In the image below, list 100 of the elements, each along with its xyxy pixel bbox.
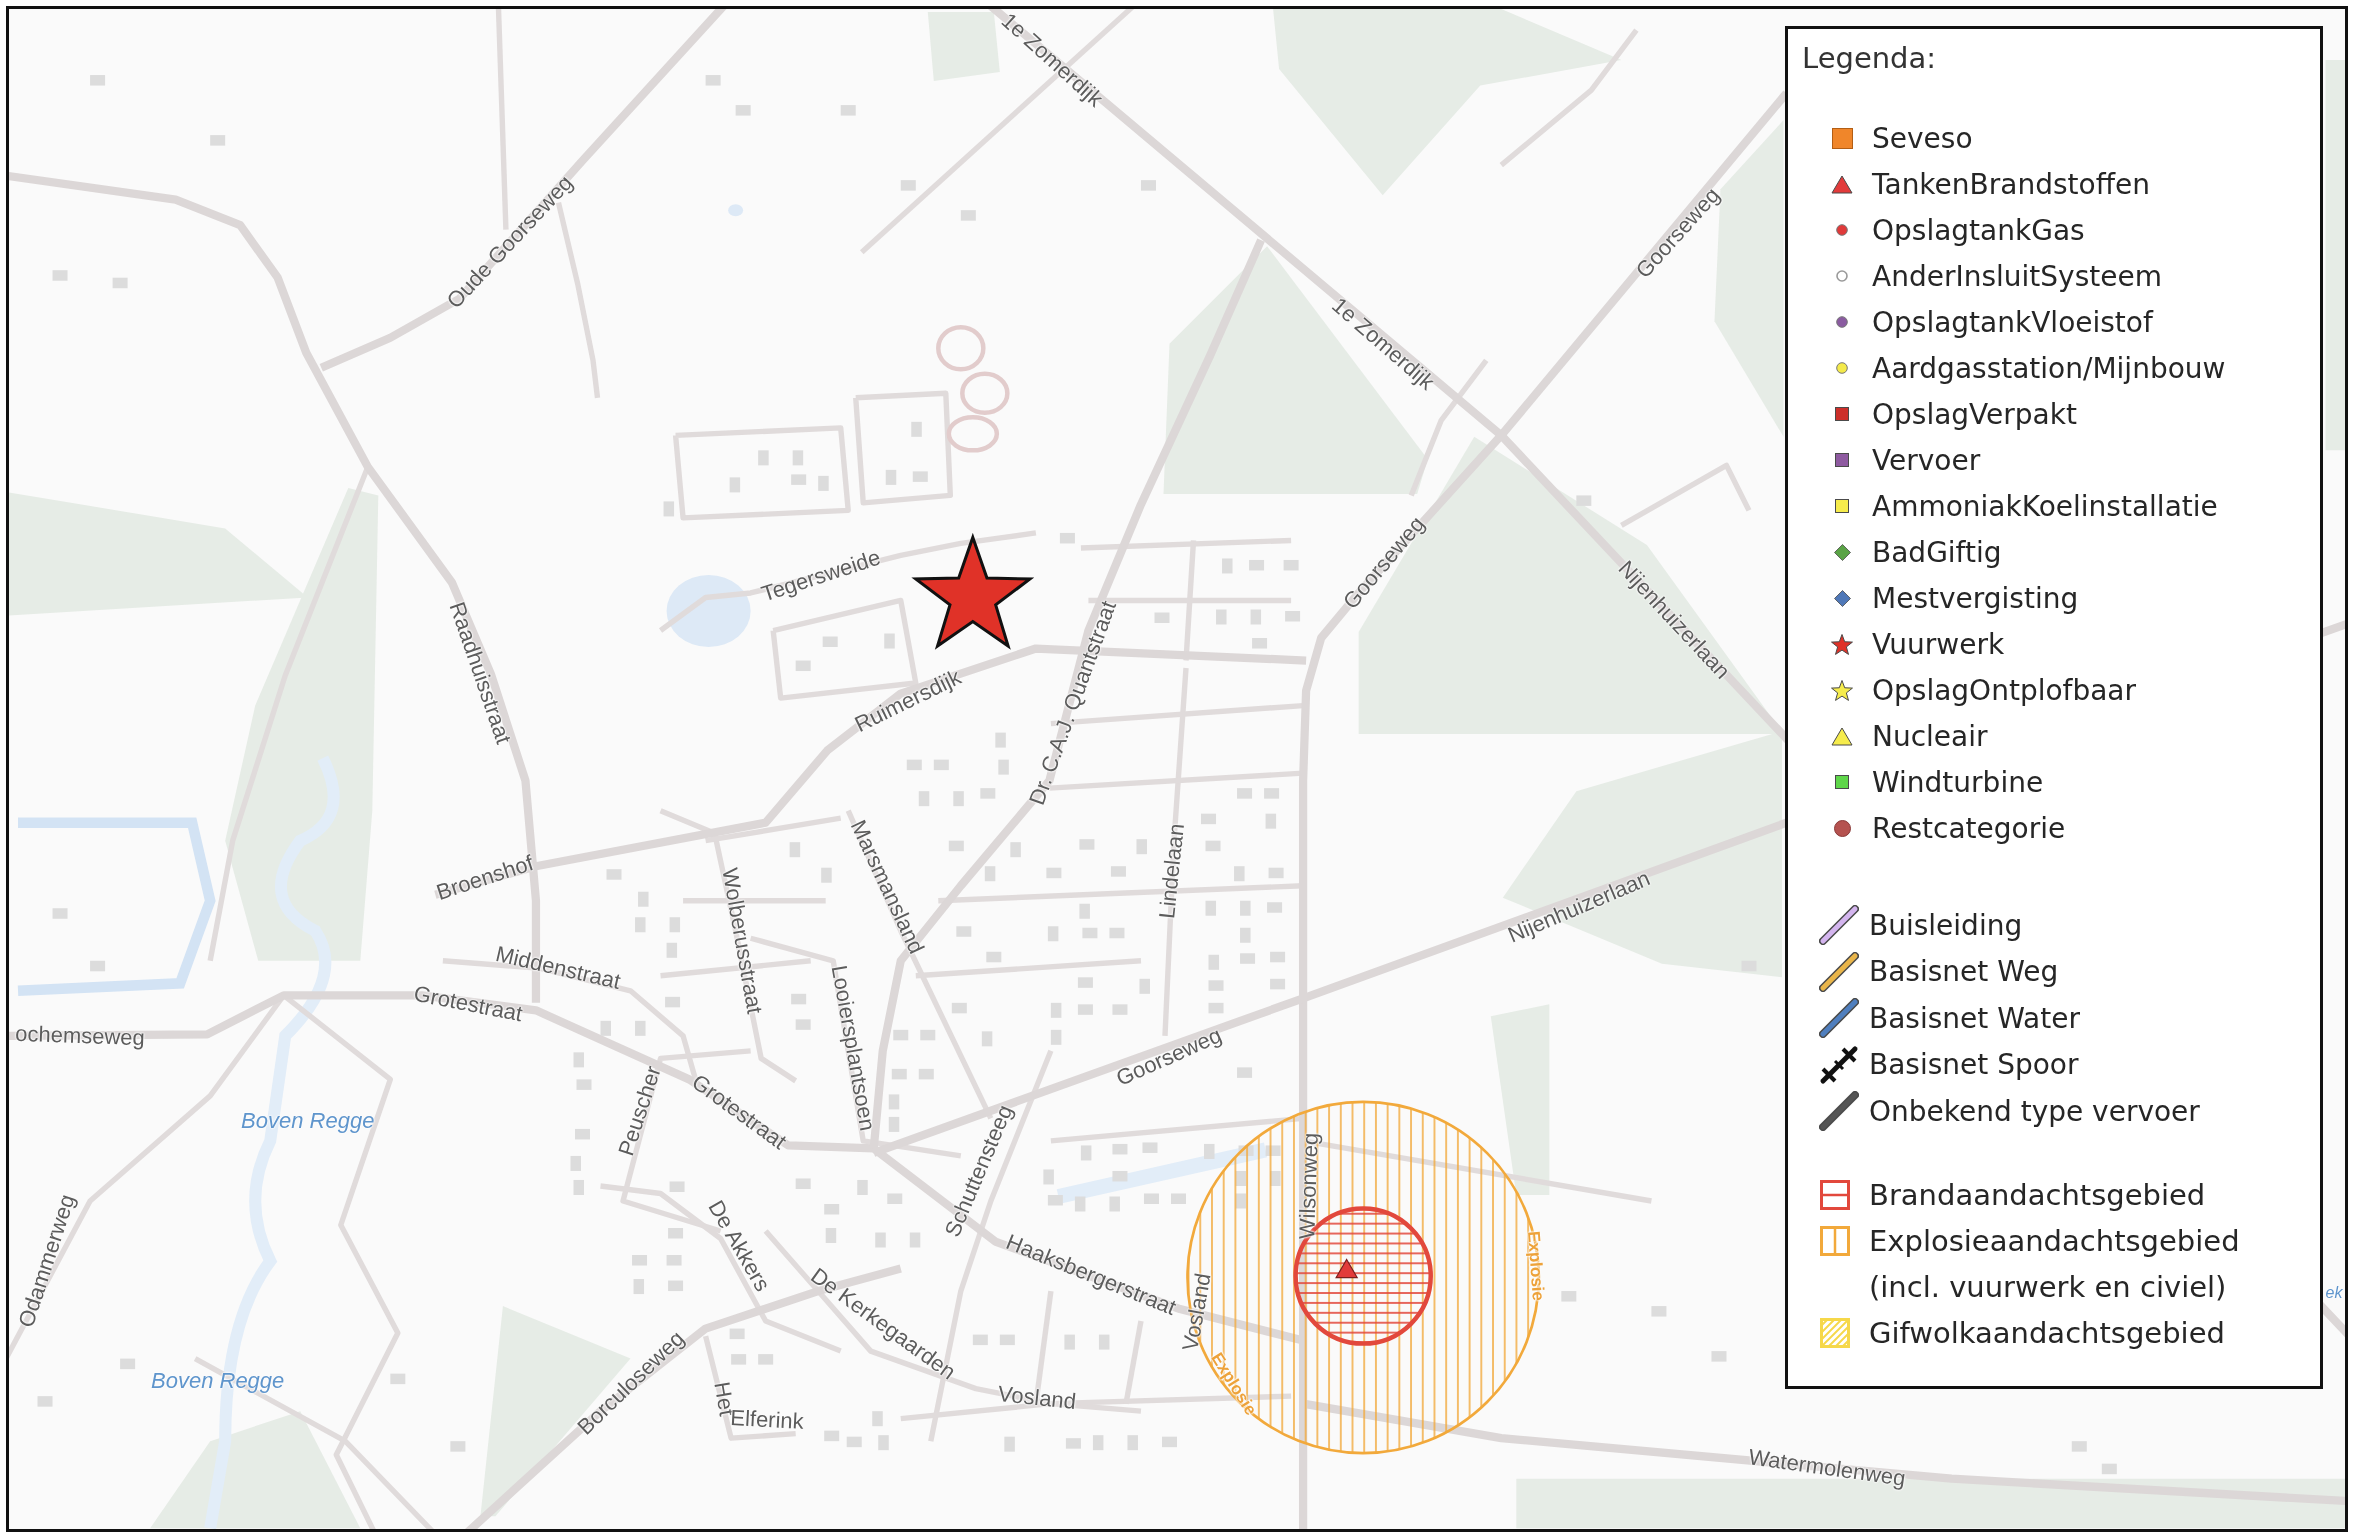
water-label: Boven Regge <box>241 1110 375 1133</box>
building <box>575 1128 590 1140</box>
building <box>885 469 897 485</box>
building <box>857 1179 868 1195</box>
building <box>888 1094 900 1110</box>
legend-label: Vuurwerk <box>1872 627 2005 661</box>
building <box>1171 1193 1186 1204</box>
building <box>887 1193 903 1204</box>
water-label: ek <box>2325 1284 2343 1301</box>
legend-label: Seveso <box>1872 121 1973 155</box>
legend-label: Vervoer <box>1872 443 1981 477</box>
building <box>1112 1143 1128 1155</box>
building <box>1043 1169 1054 1185</box>
building <box>918 791 930 807</box>
building <box>956 926 972 937</box>
building <box>792 450 804 466</box>
building <box>824 1430 840 1442</box>
building <box>918 1068 934 1080</box>
building <box>1240 927 1251 943</box>
building <box>1050 1002 1062 1018</box>
building <box>112 277 128 289</box>
legend-label: TankenBrandstoffen <box>1872 167 2150 201</box>
building <box>729 1328 745 1340</box>
building <box>1711 1351 1727 1362</box>
building <box>789 842 801 858</box>
building <box>1112 1004 1128 1015</box>
building <box>1250 609 1262 625</box>
building <box>1077 1004 1093 1015</box>
legend-label: AnderInsluitSysteem <box>1872 259 2162 293</box>
building <box>1283 559 1299 571</box>
building <box>1064 1334 1075 1350</box>
building <box>1216 609 1227 625</box>
building <box>995 732 1006 748</box>
building <box>90 960 106 972</box>
legend-label: OpslagOntplofbaar <box>1872 673 2137 707</box>
building <box>1082 927 1098 939</box>
pond <box>728 204 744 217</box>
building <box>888 1116 900 1132</box>
building <box>632 1255 648 1266</box>
building <box>818 475 829 491</box>
building <box>878 1435 889 1451</box>
building <box>1270 978 1286 990</box>
building <box>1651 1306 1667 1317</box>
building <box>1143 1193 1159 1204</box>
building <box>1208 980 1224 991</box>
building <box>1136 839 1147 855</box>
building <box>980 788 996 799</box>
legend-label: Mestvergisting <box>1872 581 2079 615</box>
building <box>1270 951 1286 963</box>
building <box>920 1029 936 1041</box>
building <box>1140 180 1156 191</box>
building <box>576 1079 592 1090</box>
building <box>795 1019 811 1030</box>
building <box>822 636 838 647</box>
building <box>872 1411 883 1427</box>
building <box>1080 1145 1092 1161</box>
building <box>1205 840 1221 852</box>
building <box>1234 866 1245 882</box>
star-marker-icon <box>911 532 1035 650</box>
building <box>635 1020 646 1036</box>
building <box>912 471 928 482</box>
building <box>1741 960 1757 972</box>
building <box>1265 813 1277 829</box>
building <box>1267 902 1283 913</box>
building <box>911 421 922 437</box>
building <box>735 105 751 116</box>
building <box>2101 1463 2117 1475</box>
building <box>1222 558 1233 574</box>
building <box>705 75 721 86</box>
building <box>90 75 106 86</box>
building <box>633 1279 645 1295</box>
building <box>875 1232 886 1248</box>
building <box>1162 1436 1177 1448</box>
building <box>1264 788 1280 799</box>
building <box>669 1181 685 1192</box>
street-label: Wilsonweg <box>1296 1132 1322 1240</box>
building <box>1142 1142 1158 1153</box>
building <box>666 1255 682 1266</box>
street-label: Lindelaan <box>1156 822 1189 920</box>
building <box>906 759 922 771</box>
building <box>999 1334 1015 1346</box>
building <box>1046 867 1062 879</box>
legend-label: Explosieaandachtsgebied (incl. vuurwerk en civiel) <box>1869 1223 2240 1306</box>
legend-label: Basisnet Weg <box>1869 955 2059 989</box>
building <box>52 270 68 281</box>
building <box>1109 1196 1120 1212</box>
legend-label: OpslagtankVloeistof <box>1872 305 2153 339</box>
building <box>606 869 622 880</box>
triangle-marker-icon <box>1335 1258 1359 1279</box>
building <box>1079 903 1090 919</box>
building <box>1050 1029 1062 1045</box>
building <box>984 866 996 882</box>
building <box>1139 978 1150 994</box>
building <box>960 210 976 221</box>
zone-label: Explosie <box>1524 1230 1547 1302</box>
building <box>1110 866 1126 877</box>
building <box>948 840 964 852</box>
building <box>665 996 681 1008</box>
building <box>953 791 964 807</box>
building <box>1092 1435 1104 1451</box>
